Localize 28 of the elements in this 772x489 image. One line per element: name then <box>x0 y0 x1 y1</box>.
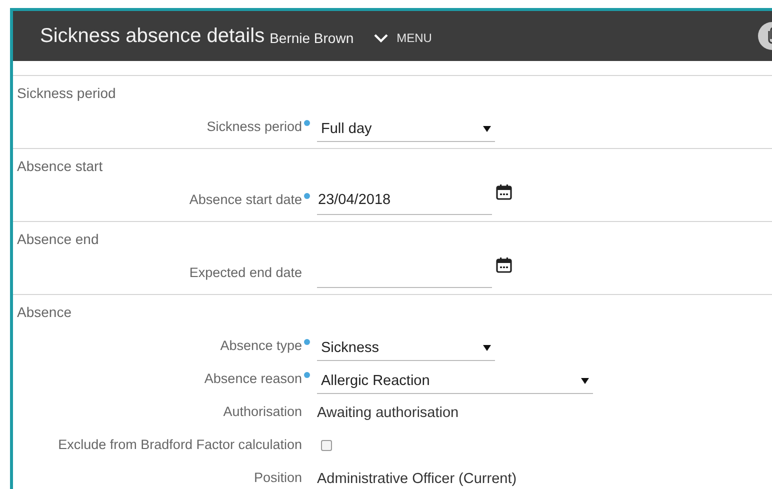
field-label: Expected end date <box>189 265 302 280</box>
section-heading: Absence end <box>16 230 100 249</box>
field-label: Sickness period <box>206 119 302 134</box>
field-label: Absence start date <box>189 192 302 207</box>
dropdown-field[interactable]: Full day <box>317 121 495 142</box>
dropdown-field[interactable]: Allergic Reaction <box>317 373 593 394</box>
field-label: Absence type <box>220 338 302 353</box>
field-label: Absence reason <box>204 371 302 386</box>
menu-button[interactable]: MENU <box>374 30 432 44</box>
dropdown-arrow-icon <box>581 378 589 384</box>
dropdown-field[interactable]: Sickness <box>317 340 495 361</box>
section-heading: Absence <box>16 303 72 322</box>
page-title: Sickness absence details <box>40 24 265 48</box>
field-label: Position <box>254 470 302 485</box>
section-heading: Sickness period <box>16 84 117 103</box>
dropdown-arrow-icon <box>483 126 491 132</box>
section-heading: Absence start <box>16 157 104 176</box>
checkbox[interactable] <box>321 440 332 451</box>
field-label: Exclude from Bradford Factor calculation <box>58 437 302 452</box>
field-value: Awaiting authorisation <box>317 405 459 423</box>
calendar-button[interactable] <box>496 184 512 200</box>
dropdown-arrow-icon <box>483 345 491 351</box>
field-value: Administrative Officer (Current) <box>317 471 517 489</box>
calendar-button[interactable] <box>496 257 512 273</box>
employee-name: Bernie Brown <box>270 30 354 46</box>
field-label: Authorisation <box>223 404 302 419</box>
date-input[interactable]: 23/04/2018 <box>317 192 492 215</box>
chevron-down-icon <box>374 32 388 42</box>
